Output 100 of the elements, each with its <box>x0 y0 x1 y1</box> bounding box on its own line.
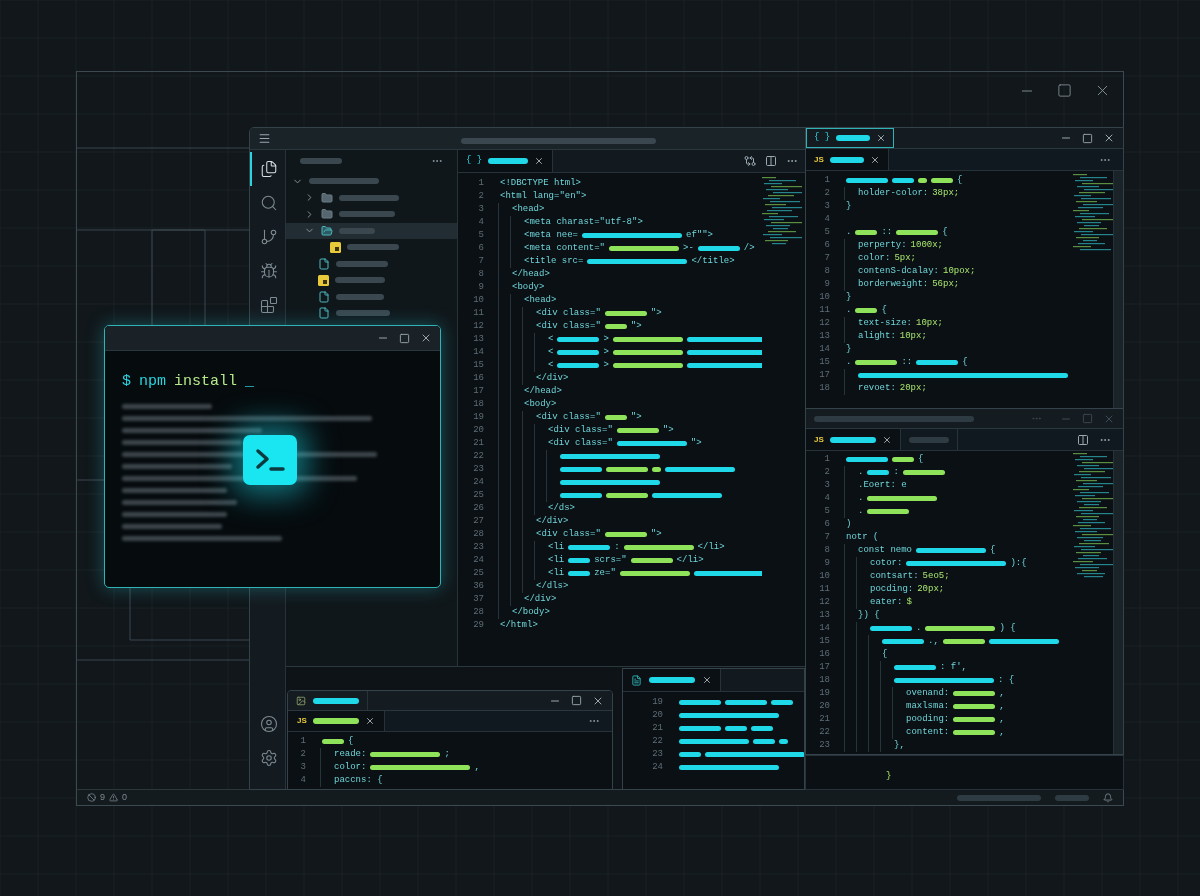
code-text: <li <box>548 541 565 554</box>
close-icon[interactable] <box>702 675 712 685</box>
bell-icon[interactable] <box>1103 792 1113 803</box>
code-text: ef""> <box>686 229 714 242</box>
file-tab[interactable]: JS <box>806 429 901 450</box>
code-value: 56px; <box>932 278 960 291</box>
line-number: 2 <box>477 190 485 203</box>
line-number: 4 <box>823 213 831 226</box>
close-icon[interactable] <box>420 332 432 344</box>
file-tab[interactable]: JS <box>806 149 889 170</box>
code-text: <meta charast="utf-8"> <box>524 216 643 229</box>
line-number: 16 <box>472 372 485 385</box>
code-text: :: <box>901 356 913 369</box>
line-number: 16 <box>818 648 831 661</box>
code-text: ) { <box>999 622 1016 635</box>
line-number: 15 <box>472 359 485 372</box>
line-number: 24 <box>472 554 485 567</box>
code-text: <body> <box>512 281 545 294</box>
split-icon[interactable] <box>765 155 777 167</box>
code-text: notr ( <box>846 531 879 544</box>
line-number: 1 <box>477 177 485 190</box>
line-number: 11 <box>818 583 831 596</box>
js-file-icon <box>330 241 341 253</box>
code-text: revoet: <box>858 382 896 395</box>
line-number: 19 <box>818 687 831 700</box>
line-number: 3 <box>823 479 831 492</box>
folder-icon <box>321 208 333 221</box>
menu-icon[interactable] <box>258 132 271 145</box>
code-value: 10px; <box>916 317 944 330</box>
line-number: 18 <box>472 398 485 411</box>
code-text: <head> <box>524 294 557 307</box>
line-number: 19 <box>472 411 485 424</box>
placeholder-bar <box>336 260 388 267</box>
line-number: 5 <box>823 226 831 239</box>
code-text: < <box>548 346 554 359</box>
file-tab[interactable]: JS <box>288 711 385 731</box>
close-icon[interactable] <box>869 154 880 165</box>
code-text: } <box>886 769 892 783</box>
code-text: const nemo <box>858 544 912 557</box>
warning-icon <box>109 793 118 802</box>
line-number: 37 <box>472 593 485 606</box>
code-text: , <box>999 687 1005 700</box>
compare-icon[interactable] <box>744 155 756 167</box>
line-number: 6 <box>823 239 831 252</box>
code-text: "> <box>650 307 662 320</box>
tab-title-bar <box>649 677 695 683</box>
line-number: 2 <box>299 748 307 761</box>
line-number: 14 <box>472 346 485 359</box>
line-number: 6 <box>823 518 831 531</box>
line-number: 21 <box>651 722 664 735</box>
code-text: "> <box>630 320 642 333</box>
editor-tab[interactable]: { } <box>458 150 554 172</box>
line-number: 23 <box>651 748 664 761</box>
close-icon[interactable] <box>364 716 375 726</box>
file-tab[interactable] <box>623 669 721 691</box>
file-icon <box>318 290 330 303</box>
code-value: 10pox; <box>943 265 976 278</box>
code-text: }) { <box>858 609 880 622</box>
line-number: 10 <box>818 291 831 304</box>
code-text: text-size: <box>858 317 912 330</box>
code-text: contsart: <box>870 570 919 583</box>
close-icon[interactable] <box>881 434 892 445</box>
code-text: </div> <box>524 593 557 606</box>
maximize-icon[interactable] <box>1082 132 1093 144</box>
folder-icon <box>321 191 333 204</box>
code-text: maxlsma: <box>906 700 950 713</box>
placeholder-bar <box>339 227 375 234</box>
code-text: ovenand: <box>906 687 950 700</box>
line-number: 8 <box>823 544 831 557</box>
line-number: 5 <box>477 229 485 242</box>
code-text: <div class=" <box>536 307 601 320</box>
code-text: <div class=" <box>548 437 613 450</box>
code-text: ze=" <box>594 567 616 580</box>
close-icon[interactable] <box>1103 132 1115 144</box>
split-icon[interactable] <box>1077 433 1089 446</box>
code-value: 10px; <box>899 330 927 343</box>
code-value: 38px; <box>932 187 960 200</box>
command-text: npm <box>139 372 167 392</box>
line-number: 22 <box>651 735 664 748</box>
maximize-icon[interactable] <box>399 332 410 344</box>
code-text: ) <box>846 518 852 531</box>
code-text: color: <box>334 761 367 774</box>
line-number: 20 <box>472 424 485 437</box>
line-number: 9 <box>823 557 831 570</box>
code-text: , <box>999 713 1005 726</box>
placeholder-bar <box>339 211 395 218</box>
window-tab[interactable]: { } <box>806 128 895 148</box>
code-text: <html lang="en"> <box>500 190 587 203</box>
maximize-icon[interactable] <box>1057 83 1072 98</box>
code-text: > <box>603 333 609 346</box>
code-text: <head> <box>512 203 545 216</box>
close-icon[interactable] <box>876 133 887 143</box>
line-number: 18 <box>818 382 831 395</box>
line-number: 13 <box>818 330 831 343</box>
line-number: 5 <box>823 505 831 518</box>
maximize-icon[interactable] <box>571 695 582 706</box>
code-text: paccns: { <box>334 774 383 787</box>
placeholder-bar <box>335 277 385 284</box>
line-number: 23 <box>818 739 831 752</box>
close-icon[interactable] <box>534 156 545 166</box>
